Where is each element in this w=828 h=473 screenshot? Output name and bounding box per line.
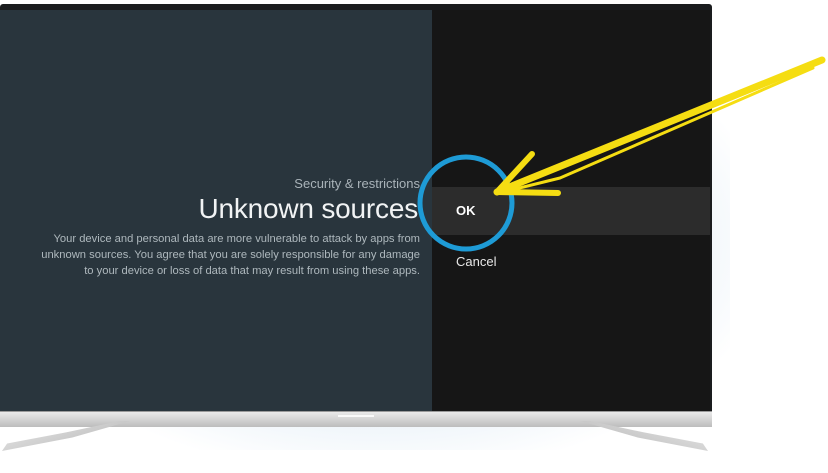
pointer-arrow [493, 56, 826, 196]
annotation-overlay [417, 56, 826, 252]
highlight-circle [417, 154, 515, 252]
